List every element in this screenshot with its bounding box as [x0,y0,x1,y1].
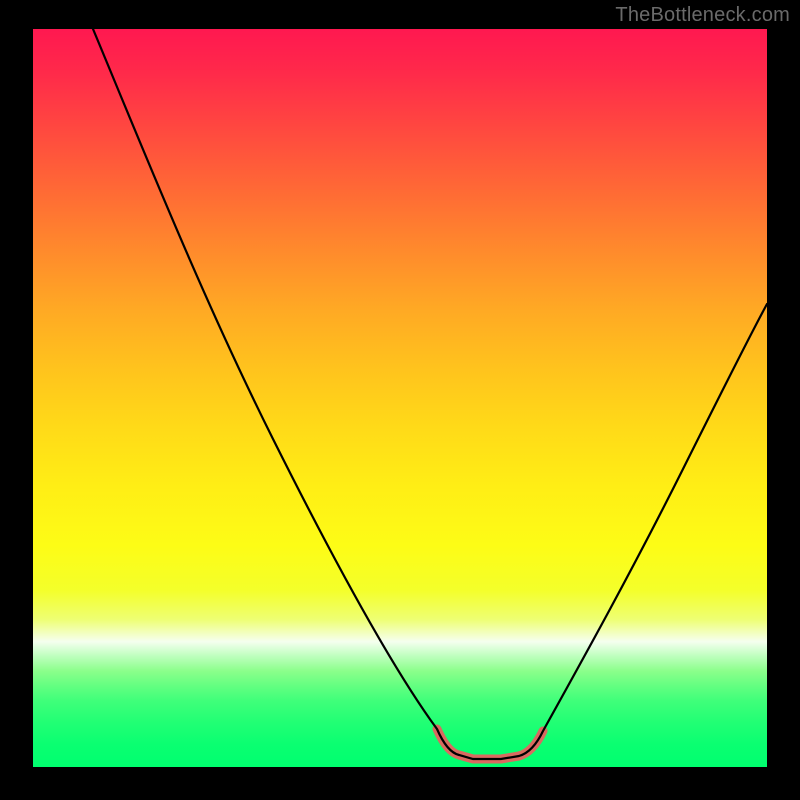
bottleneck-curve [93,29,767,759]
bottleneck-curve-svg [33,29,767,767]
plot-area [33,29,767,767]
optimal-range-highlight [437,729,543,759]
watermark-label: TheBottleneck.com [615,4,790,27]
chart-frame: TheBottleneck.com [0,0,800,800]
